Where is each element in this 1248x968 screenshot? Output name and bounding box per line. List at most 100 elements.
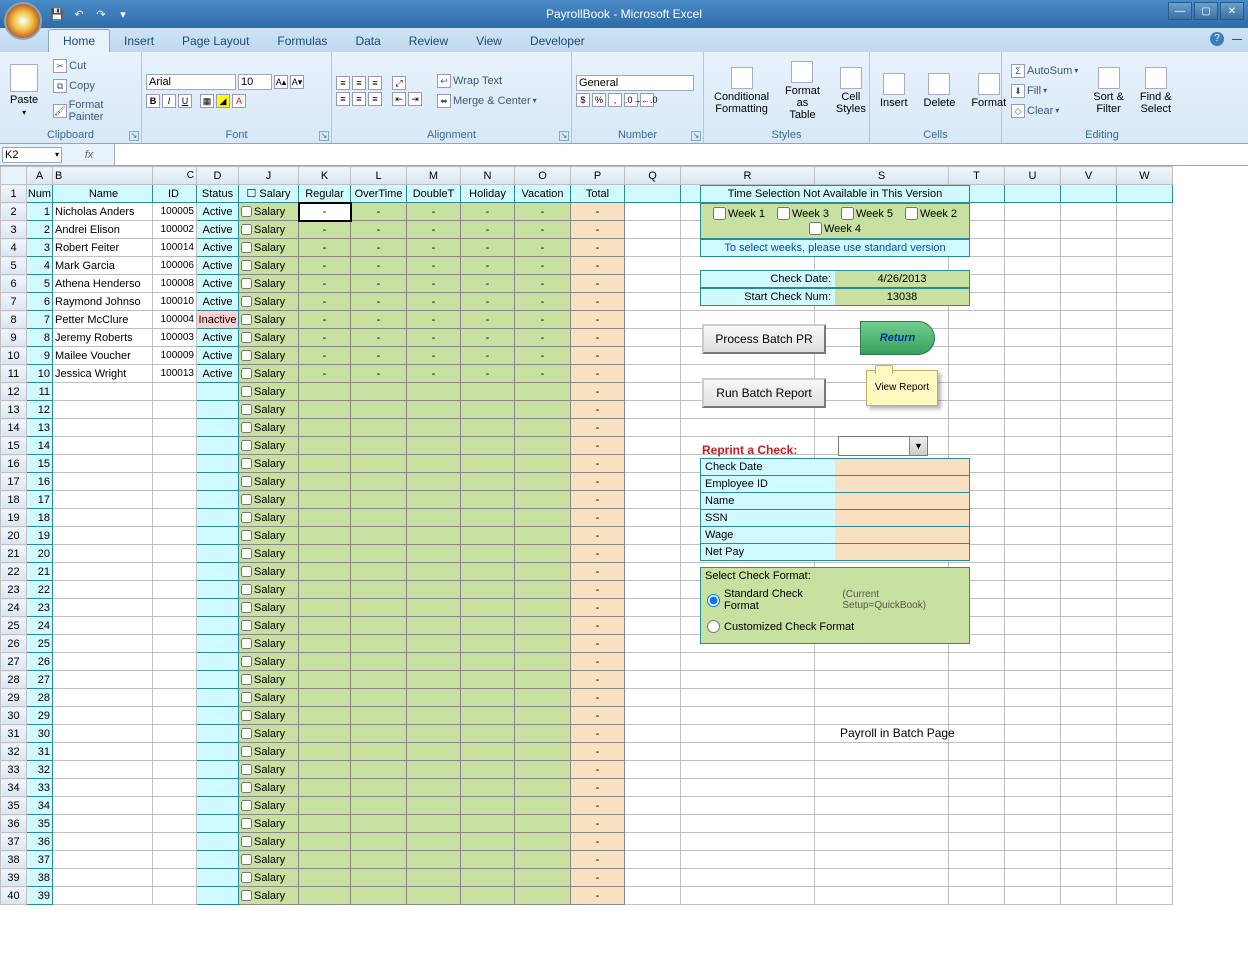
- cell-L28[interactable]: [351, 671, 407, 689]
- cell-W29[interactable]: [1117, 689, 1173, 707]
- week3-checkbox[interactable]: Week 3: [777, 207, 829, 220]
- decrease-decimal-icon[interactable]: ←.0: [640, 93, 654, 107]
- view-report-button[interactable]: View Report: [866, 370, 938, 406]
- cell-P21[interactable]: -: [571, 545, 625, 563]
- cell-U3[interactable]: [1005, 221, 1061, 239]
- cell-M9[interactable]: -: [407, 329, 461, 347]
- cell-C18[interactable]: [153, 491, 197, 509]
- cell-K31[interactable]: [299, 725, 351, 743]
- cell-V37[interactable]: [1061, 833, 1117, 851]
- cell-L40[interactable]: [351, 887, 407, 905]
- cell-V36[interactable]: [1061, 815, 1117, 833]
- cell-C35[interactable]: [153, 797, 197, 815]
- col-header-B[interactable]: B: [53, 167, 153, 185]
- cell-P27[interactable]: -: [571, 653, 625, 671]
- cell-L19[interactable]: [351, 509, 407, 527]
- select-all-corner[interactable]: [1, 167, 27, 185]
- cell-D38[interactable]: [197, 851, 239, 869]
- cell-A32[interactable]: 31: [27, 743, 53, 761]
- cell-U22[interactable]: [1005, 563, 1061, 581]
- header-cell-N[interactable]: Holiday: [461, 185, 515, 203]
- cell-V23[interactable]: [1061, 581, 1117, 599]
- cell-M36[interactable]: [407, 815, 461, 833]
- cell-B17[interactable]: [53, 473, 153, 491]
- increase-decimal-icon[interactable]: .0→: [624, 93, 638, 107]
- cell-Q25[interactable]: [625, 617, 681, 635]
- header-cell-U[interactable]: [1005, 185, 1061, 203]
- cell-A39[interactable]: 38: [27, 869, 53, 887]
- custom-format-radio[interactable]: Customized Check Format: [701, 616, 969, 637]
- align-right-icon[interactable]: ≡: [368, 92, 382, 106]
- cell-D33[interactable]: [197, 761, 239, 779]
- cell-O14[interactable]: [515, 419, 571, 437]
- formula-input[interactable]: [114, 144, 1248, 165]
- cell-K37[interactable]: [299, 833, 351, 851]
- comma-icon[interactable]: ,: [608, 93, 622, 107]
- cell-M21[interactable]: [407, 545, 461, 563]
- cell-R39[interactable]: [681, 869, 815, 887]
- salary-checkbox[interactable]: [241, 260, 252, 271]
- cell-P23[interactable]: -: [571, 581, 625, 599]
- cell-D10[interactable]: Active: [197, 347, 239, 365]
- cell-K7[interactable]: -: [299, 293, 351, 311]
- cell-J28[interactable]: Salary: [239, 671, 299, 689]
- row-header-33[interactable]: 33: [1, 761, 27, 779]
- cell-D5[interactable]: Active: [197, 257, 239, 275]
- col-header-W[interactable]: W: [1117, 167, 1173, 185]
- cell-N33[interactable]: [461, 761, 515, 779]
- cell-D9[interactable]: Active: [197, 329, 239, 347]
- cell-K8[interactable]: -: [299, 311, 351, 329]
- col-header-L[interactable]: L: [351, 167, 407, 185]
- header-cell-O[interactable]: Vacation: [515, 185, 571, 203]
- cell-M34[interactable]: [407, 779, 461, 797]
- row-header-38[interactable]: 38: [1, 851, 27, 869]
- cell-K26[interactable]: [299, 635, 351, 653]
- cell-C12[interactable]: [153, 383, 197, 401]
- alignment-dialog-icon[interactable]: ↘: [559, 131, 569, 141]
- cell-C24[interactable]: [153, 599, 197, 617]
- row-header-18[interactable]: 18: [1, 491, 27, 509]
- cell-L15[interactable]: [351, 437, 407, 455]
- cell-P38[interactable]: -: [571, 851, 625, 869]
- row-header-36[interactable]: 36: [1, 815, 27, 833]
- row-header-23[interactable]: 23: [1, 581, 27, 599]
- cell-P22[interactable]: -: [571, 563, 625, 581]
- salary-checkbox[interactable]: [241, 206, 252, 217]
- cell-Q35[interactable]: [625, 797, 681, 815]
- cell-Q38[interactable]: [625, 851, 681, 869]
- cell-W25[interactable]: [1117, 617, 1173, 635]
- cell-M30[interactable]: [407, 707, 461, 725]
- cell-N11[interactable]: -: [461, 365, 515, 383]
- header-cell-C[interactable]: ID: [153, 185, 197, 203]
- cell-Q9[interactable]: [625, 329, 681, 347]
- cell-P33[interactable]: -: [571, 761, 625, 779]
- increase-indent-icon[interactable]: ⇥: [408, 92, 422, 106]
- cell-N35[interactable]: [461, 797, 515, 815]
- grow-font-icon[interactable]: A▴: [274, 75, 288, 89]
- maximize-button[interactable]: ▢: [1194, 2, 1218, 20]
- cell-P35[interactable]: -: [571, 797, 625, 815]
- conditional-formatting-button[interactable]: Conditional Formatting: [708, 54, 775, 127]
- cell-Q13[interactable]: [625, 401, 681, 419]
- cell-C26[interactable]: [153, 635, 197, 653]
- cell-N18[interactable]: [461, 491, 515, 509]
- cell-O25[interactable]: [515, 617, 571, 635]
- cell-D12[interactable]: [197, 383, 239, 401]
- cell-U31[interactable]: [1005, 725, 1061, 743]
- merge-center-button[interactable]: ⬌Merge & Center▾: [432, 92, 542, 110]
- cell-K13[interactable]: [299, 401, 351, 419]
- cell-V13[interactable]: [1061, 401, 1117, 419]
- cell-O28[interactable]: [515, 671, 571, 689]
- week1-checkbox[interactable]: Week 1: [713, 207, 765, 220]
- cell-L3[interactable]: -: [351, 221, 407, 239]
- cell-B7[interactable]: Raymond Johnso: [53, 293, 153, 311]
- cell-O29[interactable]: [515, 689, 571, 707]
- cell-V22[interactable]: [1061, 563, 1117, 581]
- cell-B20[interactable]: [53, 527, 153, 545]
- cell-P18[interactable]: -: [571, 491, 625, 509]
- row-header-19[interactable]: 19: [1, 509, 27, 527]
- cell-N13[interactable]: [461, 401, 515, 419]
- cell-D37[interactable]: [197, 833, 239, 851]
- cell-O20[interactable]: [515, 527, 571, 545]
- cell-B37[interactable]: [53, 833, 153, 851]
